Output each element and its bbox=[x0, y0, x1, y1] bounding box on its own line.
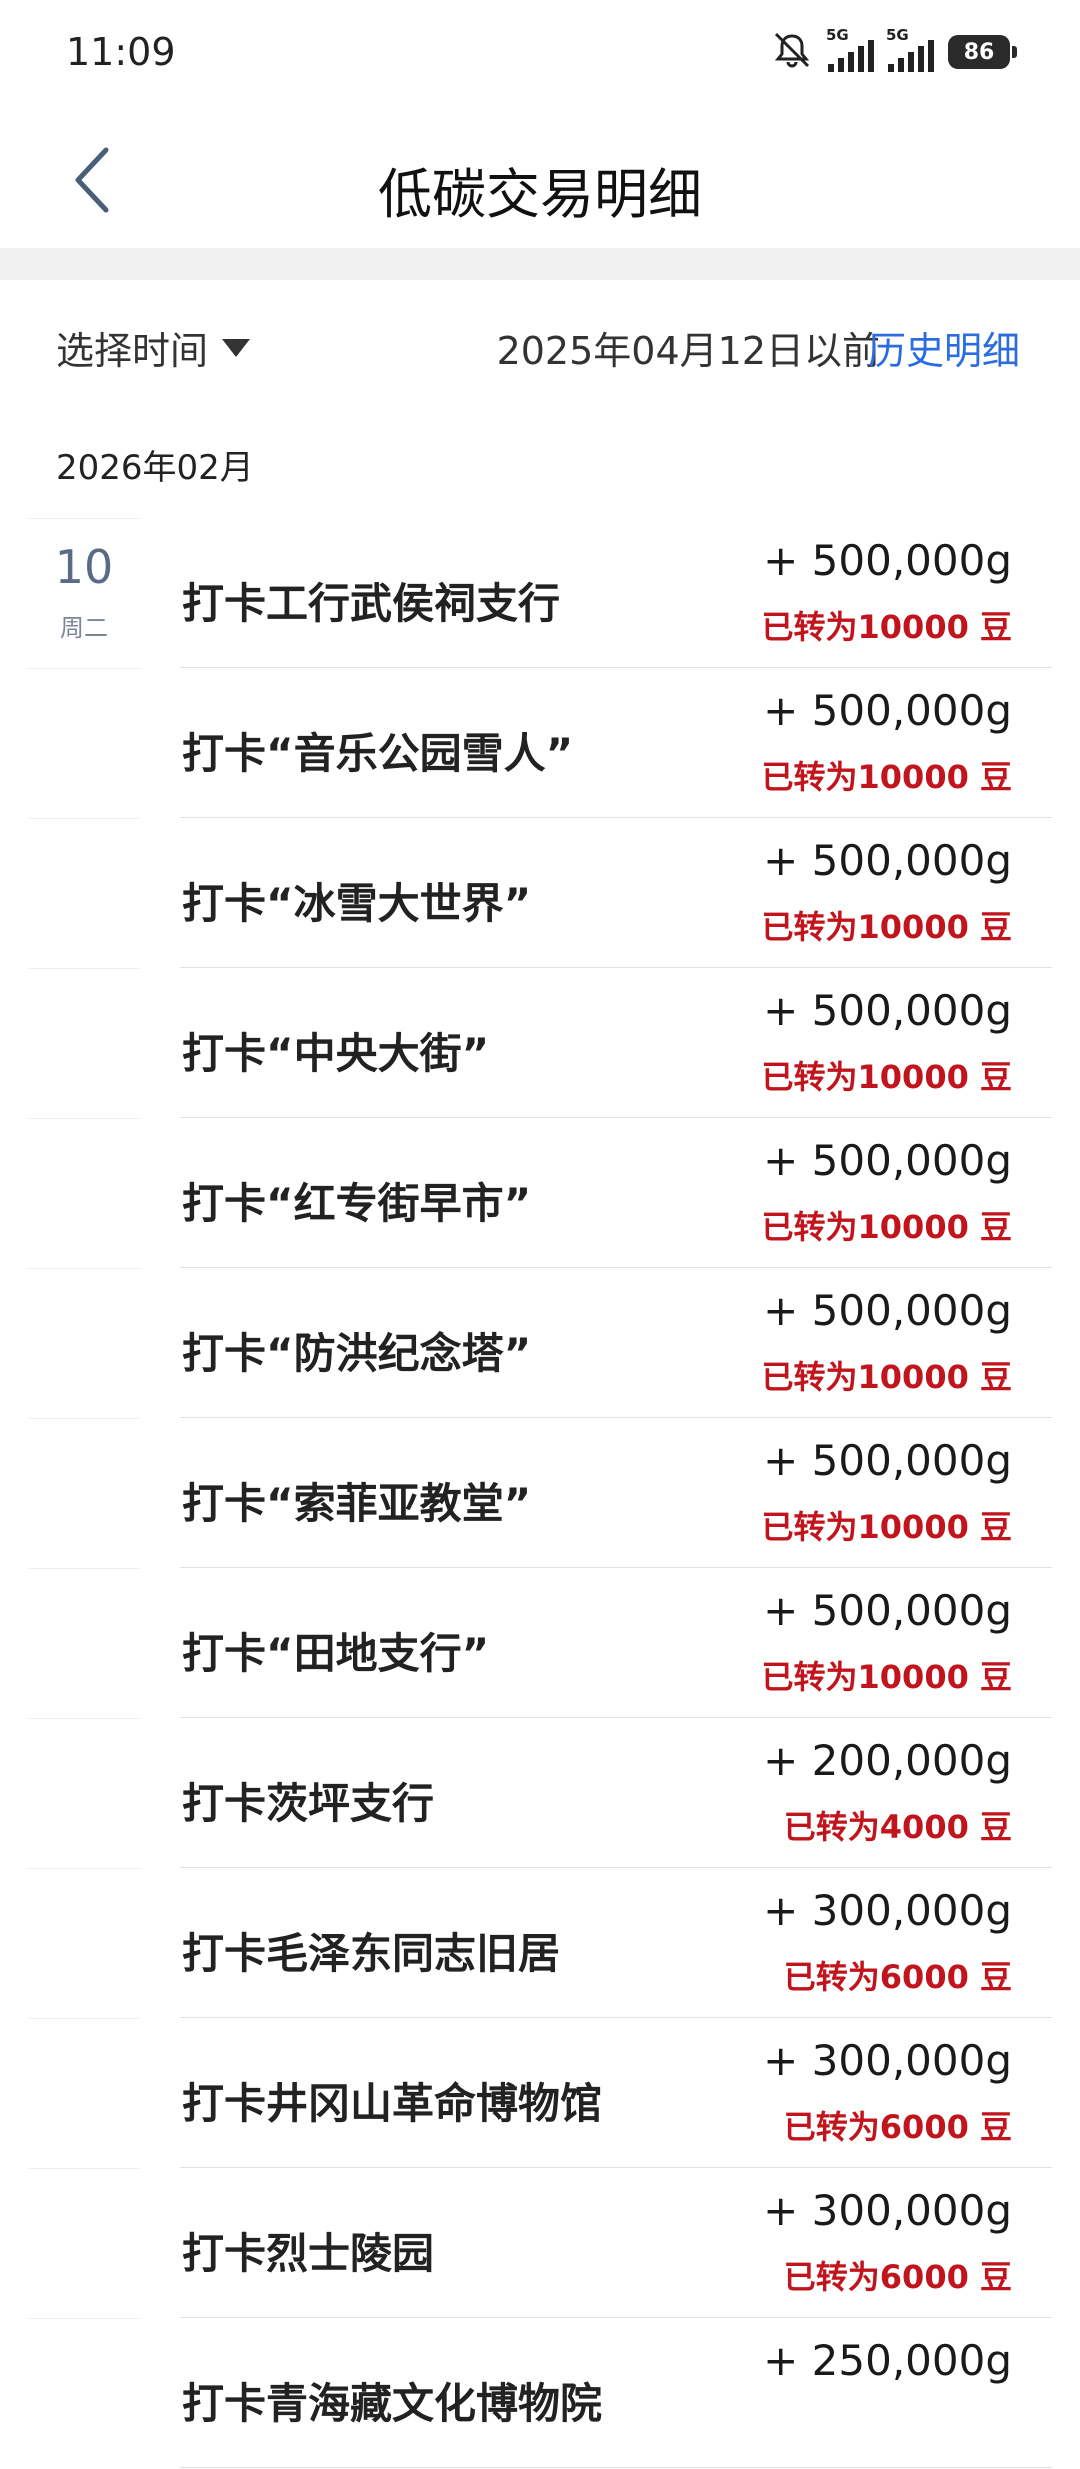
signal-icon-2: 5G bbox=[886, 26, 934, 72]
date-column bbox=[28, 2318, 140, 2469]
transaction-amount: + 500,000g bbox=[763, 686, 1012, 735]
transaction-amount: + 500,000g bbox=[763, 986, 1012, 1035]
transaction-title: 打卡“田地支行” bbox=[182, 1629, 490, 1678]
converted-beans: 已转为10000 豆 bbox=[761, 1358, 1012, 1396]
converted-beans: 已转为6000 豆 bbox=[783, 2108, 1012, 2146]
transaction-row[interactable]: 10 周二 打卡工行武侯祠支行 + 500,000g 已转为10000 豆 bbox=[0, 518, 1080, 668]
converted-beans: 已转为10000 豆 bbox=[761, 1658, 1012, 1696]
transaction-title: 打卡“音乐公园雪人” bbox=[182, 729, 574, 778]
transaction-amount: + 500,000g bbox=[763, 1136, 1012, 1185]
transaction-row[interactable]: 打卡青海藏文化博物院 + 250,000g bbox=[0, 2318, 1080, 2468]
transaction-title: 打卡“冰雪大世界” bbox=[182, 879, 532, 928]
status-icons: 5G 5G 86 bbox=[770, 26, 1017, 74]
transaction-amount: + 500,000g bbox=[763, 1286, 1012, 1335]
transaction-row[interactable]: 打卡“防洪纪念塔” + 500,000g 已转为10000 豆 bbox=[0, 1268, 1080, 1418]
converted-beans: 已转为10000 豆 bbox=[761, 1208, 1012, 1246]
month-heading: 2026年02月 bbox=[56, 448, 254, 488]
transaction-title: 打卡青海藏文化博物院 bbox=[182, 2379, 603, 2428]
date-column bbox=[28, 668, 140, 819]
date-column bbox=[28, 968, 140, 1119]
section-divider bbox=[0, 248, 1080, 280]
transaction-amount: + 300,000g bbox=[763, 1886, 1012, 1935]
transaction-title: 打卡“红专街早市” bbox=[182, 1179, 532, 1228]
date-column bbox=[28, 1418, 140, 1569]
transaction-title: 打卡“中央大街” bbox=[182, 1029, 490, 1078]
transaction-title: 打卡工行武侯祠支行 bbox=[182, 579, 561, 628]
transaction-title: 打卡烈士陵园 bbox=[182, 2229, 435, 2278]
date-day: 10 bbox=[54, 540, 114, 594]
date-column bbox=[28, 1118, 140, 1269]
transaction-row[interactable]: 打卡井冈山革命博物馆 + 300,000g 已转为6000 豆 bbox=[0, 2018, 1080, 2168]
date-column bbox=[28, 818, 140, 969]
filter-bar: 选择时间 2025年04月12日以前 历史明细 bbox=[0, 290, 1080, 400]
time-select-dropdown[interactable]: 选择时间 bbox=[56, 320, 251, 375]
transaction-row[interactable]: 打卡“冰雪大世界” + 500,000g 已转为10000 豆 bbox=[0, 818, 1080, 968]
transaction-title: 打卡井冈山革命博物馆 bbox=[182, 2079, 603, 2128]
transaction-amount: + 500,000g bbox=[763, 1586, 1012, 1635]
transaction-title: 打卡茨坪支行 bbox=[182, 1779, 435, 1828]
transaction-amount: + 300,000g bbox=[763, 2186, 1012, 2235]
transaction-amount: + 500,000g bbox=[763, 1436, 1012, 1485]
transaction-title: 打卡“索菲亚教堂” bbox=[182, 1479, 532, 1528]
battery-icon: 86 bbox=[948, 35, 1017, 69]
status-bar: 11:09 5G 5G 86 bbox=[0, 0, 1080, 100]
converted-beans: 已转为4000 豆 bbox=[783, 1808, 1012, 1846]
nav-header: 低碳交易明细 bbox=[0, 110, 1080, 250]
transaction-row[interactable]: 打卡“音乐公园雪人” + 500,000g 已转为10000 豆 bbox=[0, 668, 1080, 818]
transaction-list: 10 周二 打卡工行武侯祠支行 + 500,000g 已转为10000 豆打卡“音乐公园… bbox=[0, 518, 1080, 2468]
converted-beans: 已转为10000 豆 bbox=[761, 908, 1012, 946]
transaction-title: 打卡毛泽东同志旧居 bbox=[182, 1929, 561, 1978]
date-column bbox=[28, 1868, 140, 2019]
transaction-amount: + 500,000g bbox=[763, 836, 1012, 885]
row-divider bbox=[180, 2467, 1052, 2468]
transaction-row[interactable]: 打卡“索菲亚教堂” + 500,000g 已转为10000 豆 bbox=[0, 1418, 1080, 1568]
converted-beans: 已转为10000 豆 bbox=[761, 1058, 1012, 1096]
date-column bbox=[28, 1568, 140, 1719]
history-detail-link[interactable]: 历史明细 bbox=[868, 320, 1020, 375]
transaction-row[interactable]: 打卡茨坪支行 + 200,000g 已转为4000 豆 bbox=[0, 1718, 1080, 1868]
date-column bbox=[28, 1718, 140, 1869]
before-date-text: 2025年04月12日以前 bbox=[496, 329, 880, 373]
transaction-amount: + 300,000g bbox=[763, 2036, 1012, 2085]
date-column bbox=[28, 2018, 140, 2169]
transaction-row[interactable]: 打卡“田地支行” + 500,000g 已转为10000 豆 bbox=[0, 1568, 1080, 1718]
status-time: 11:09 bbox=[66, 30, 176, 74]
signal-icon-1: 5G bbox=[826, 26, 874, 72]
transaction-amount: + 500,000g bbox=[763, 536, 1012, 585]
transaction-row[interactable]: 打卡烈士陵园 + 300,000g 已转为6000 豆 bbox=[0, 2168, 1080, 2318]
caret-down-icon bbox=[222, 338, 251, 357]
converted-beans: 已转为10000 豆 bbox=[761, 608, 1012, 646]
transaction-title: 打卡“防洪纪念塔” bbox=[182, 1329, 532, 1378]
converted-beans: 已转为6000 豆 bbox=[783, 2258, 1012, 2296]
date-weekday: 周二 bbox=[60, 614, 108, 642]
page-title: 低碳交易明细 bbox=[378, 163, 702, 226]
time-select-label: 选择时间 bbox=[56, 329, 209, 373]
transaction-amount: + 250,000g bbox=[763, 2336, 1012, 2385]
date-column bbox=[28, 2168, 140, 2319]
date-column bbox=[28, 1268, 140, 1419]
mute-icon bbox=[770, 30, 814, 74]
converted-beans: 已转为10000 豆 bbox=[761, 758, 1012, 796]
transaction-row[interactable]: 打卡“红专街早市” + 500,000g 已转为10000 豆 bbox=[0, 1118, 1080, 1268]
transaction-amount: + 200,000g bbox=[763, 1736, 1012, 1785]
converted-beans: 已转为6000 豆 bbox=[783, 1958, 1012, 1996]
transaction-row[interactable]: 打卡毛泽东同志旧居 + 300,000g 已转为6000 豆 bbox=[0, 1868, 1080, 2018]
transaction-row[interactable]: 打卡“中央大街” + 500,000g 已转为10000 豆 bbox=[0, 968, 1080, 1118]
converted-beans: 已转为10000 豆 bbox=[761, 1508, 1012, 1546]
